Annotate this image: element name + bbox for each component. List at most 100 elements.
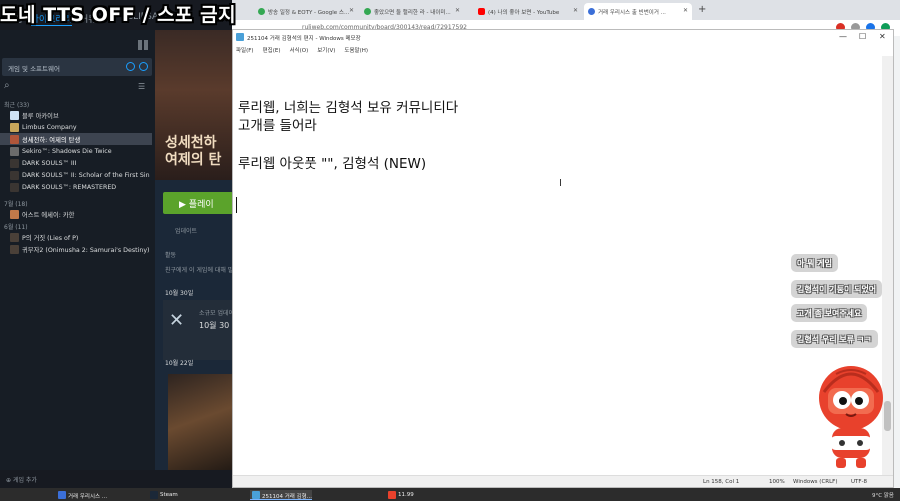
game-item[interactable]: P의 거짓 (Lies of P)	[0, 231, 152, 243]
tab-label: 좋았으면 둘 헐리한 라 - 내이미...	[374, 10, 451, 16]
menu-view[interactable]: 보기(V)	[317, 46, 335, 56]
taskbar-item-active[interactable]: 251104 거래 김형...	[250, 490, 312, 500]
game-icon	[10, 110, 19, 120]
start-icon[interactable]	[4, 490, 12, 500]
taskbar-item[interactable]: Steam	[148, 490, 178, 500]
game-label: Sekiro™: Shadows Die Twice	[22, 147, 112, 155]
add-game-bar[interactable]: ⊕ 게임 추가	[0, 470, 232, 488]
game-icon	[10, 122, 19, 132]
close-icon[interactable]: ✕	[879, 32, 886, 41]
close-icon[interactable]: ✕	[683, 7, 688, 14]
game-icon	[10, 170, 19, 180]
menu-file[interactable]: 파일(F)	[236, 46, 254, 56]
menu-edit[interactable]: 편집(E)	[263, 46, 281, 56]
menu-format[interactable]: 서식(O)	[289, 46, 308, 56]
game-label: P의 거짓 (Lies of P)	[22, 234, 79, 242]
game-label: 성세천하: 여제의 탄생	[22, 136, 81, 144]
game-label: DARK SOULS™: REMASTERED	[22, 183, 117, 191]
game-item[interactable]: 귀무자2 (Onimusha 2: Samurai's Destiny)	[0, 243, 152, 255]
taskbar-item[interactable]: 거래 우리시스 ...	[56, 490, 107, 500]
news-date-2: 10월 22일	[165, 360, 194, 367]
app-icon	[388, 491, 396, 499]
game-icon	[10, 158, 19, 168]
game-item[interactable]: DARK SOULS™: REMASTERED	[0, 181, 152, 193]
text-line: 루리웹 아웃풋 "", 김형석 (NEW)	[238, 156, 427, 172]
steam-icon	[150, 491, 158, 499]
browser-tab[interactable]: 좋았으면 둘 헐리한 라 - 내이미... ✕	[360, 3, 464, 20]
update-label[interactable]: 업데이트	[175, 226, 197, 235]
notepad-menubar: 파일(F) 편집(E) 서식(O) 보기(V) 도움말(H)	[233, 44, 893, 56]
notepad-icon	[236, 33, 244, 41]
library-filter[interactable]: 게임 및 소프트웨어	[2, 58, 152, 76]
sort-icon[interactable]: ☰	[138, 82, 145, 91]
minimize-icon[interactable]: —	[839, 32, 847, 41]
notepad-text-area[interactable]: 루리웹, 너희는 김형석 보유 커뮤니티다 고개를 들어라 루리웹 아웃풋 ""…	[233, 56, 881, 476]
section-recent[interactable]: 최근 (33)	[0, 98, 152, 109]
text-line: 고개를 들어라	[238, 118, 317, 134]
new-tab-button[interactable]: +	[698, 4, 706, 15]
ibeam-cursor-icon: I	[559, 178, 562, 189]
notepad-statusbar: Ln 158, Col 1 100% Windows (CRLF) UTF-8	[233, 475, 893, 487]
browser-tab-active[interactable]: 거래 우리시스 출 빈번이거 ... ✕	[584, 3, 692, 20]
play-icon[interactable]	[139, 62, 148, 71]
play-button[interactable]: ▶ 플레이	[163, 192, 232, 214]
clock-icon[interactable]	[126, 62, 135, 71]
news-image[interactable]	[168, 374, 232, 470]
chat-message: 김형석 우리 보류 ㅋㅋ	[791, 330, 878, 348]
activity-heading: 활동	[165, 252, 177, 259]
news-card[interactable]: ✕ 소규모 업데이트 10월 30	[163, 300, 232, 360]
game-item[interactable]: 어스트 에세이: 카한	[0, 208, 152, 220]
text-caret	[236, 197, 237, 213]
desktop: 상점 라이브러리 커뮤니티 ECLIPSA 게임 및 소프트웨어 ⌕ ☰ 최근 …	[0, 0, 900, 501]
taskbar-item-label: 거래 우리시스 ...	[68, 494, 108, 500]
game-item[interactable]: DARK SOULS™ II: Scholar of the First Sin	[0, 169, 152, 181]
game-label: DARK SOULS™ III	[22, 159, 77, 167]
taskbar: 거래 우리시스 ... Steam 251104 거래 김형... 11.99 …	[0, 488, 900, 501]
close-icon[interactable]: ✕	[573, 7, 578, 14]
library-filter-label: 게임 및 소프트웨어	[8, 65, 60, 73]
game-item[interactable]: DARK SOULS™ III	[0, 157, 152, 169]
game-label: DARK SOULS™ II: Scholar of the First Sin	[22, 171, 150, 179]
grid-view-icon[interactable]	[138, 40, 148, 50]
game-icon	[10, 244, 19, 254]
play-button-label: 플레이	[188, 200, 214, 210]
hero-title-line1: 성세천하	[165, 135, 217, 151]
menu-help[interactable]: 도움말(H)	[344, 46, 368, 56]
news-date-1: 10월 30일	[165, 290, 194, 297]
browser-icon	[58, 491, 66, 499]
maximize-icon[interactable]: ☐	[859, 32, 866, 41]
system-tray[interactable]: 9°C 맑음	[872, 491, 894, 499]
browser-tab[interactable]: (4) 나의 좋아 보면 - YouTube ✕	[474, 3, 582, 20]
notepad-icon	[252, 491, 260, 499]
close-icon[interactable]: ✕	[455, 7, 460, 14]
game-item-selected[interactable]: 성세천하: 여제의 탄생	[0, 133, 152, 145]
section-june[interactable]: 6월 (11)	[0, 220, 152, 231]
add-game-label: 게임 추가	[12, 477, 37, 484]
taskbar-item[interactable]: 11.99	[386, 490, 414, 500]
game-label: 어스트 에세이: 카한	[22, 211, 75, 219]
steam-game-page: 성세천하 여제의 탄 ▶ 플레이 업데이트 활동 친구에게 이 게임에 대해 말…	[155, 30, 232, 470]
search-icon[interactable]: ⌕	[4, 80, 10, 91]
taskbar-item-label: Steam	[160, 492, 178, 498]
game-item[interactable]: Limbus Company	[0, 121, 152, 133]
youtube-icon	[478, 8, 485, 15]
chat-message: 아 뭐 게임	[791, 254, 839, 272]
line-ending: Windows (CRLF)	[793, 479, 838, 485]
tab-label: 거래 우리시스 출 빈번이거 ...	[598, 10, 666, 16]
game-hero-image: 성세천하 여제의 탄	[155, 30, 232, 180]
game-item[interactable]: 블루 아카이브	[0, 109, 152, 121]
tab-label: (4) 나의 좋아 보면 - YouTube	[488, 10, 560, 16]
activity-input[interactable]: 친구에게 이 게임에 대해 말하세요	[165, 265, 232, 274]
game-label: Limbus Company	[22, 123, 77, 131]
sheets-icon	[258, 8, 265, 15]
stream-title-overlay: 도네 TTS OFF / 스포 금지	[0, 4, 237, 26]
game-item[interactable]: Sekiro™: Shadows Die Twice	[0, 145, 152, 157]
tools-icon: ✕	[169, 310, 185, 331]
close-icon[interactable]: ✕	[349, 7, 354, 14]
browser-tab[interactable]: 방송 일정 & EOTY - Google 스... ✕	[254, 3, 358, 20]
text-line: 루리웹, 너희는 김형석 보유 커뮤니티다	[238, 100, 459, 116]
section-july[interactable]: 7월 (18)	[0, 197, 152, 208]
notepad-title: 251104 거래 김형석의 편지 - Windows 메모장	[247, 36, 361, 42]
chat-message: 김형석이 기둥이 되었어	[791, 280, 883, 298]
hero-title-line2: 여제의 탄	[165, 152, 222, 168]
